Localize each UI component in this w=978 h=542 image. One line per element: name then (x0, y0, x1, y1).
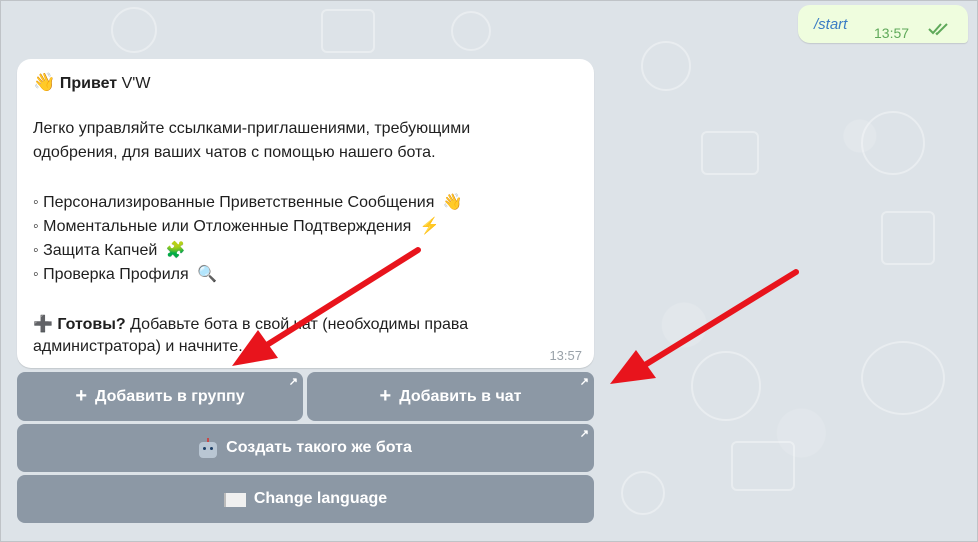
annotation-arrow-right (610, 269, 799, 384)
annotation-arrow-left (232, 247, 421, 366)
annotation-arrows (232, 247, 799, 384)
